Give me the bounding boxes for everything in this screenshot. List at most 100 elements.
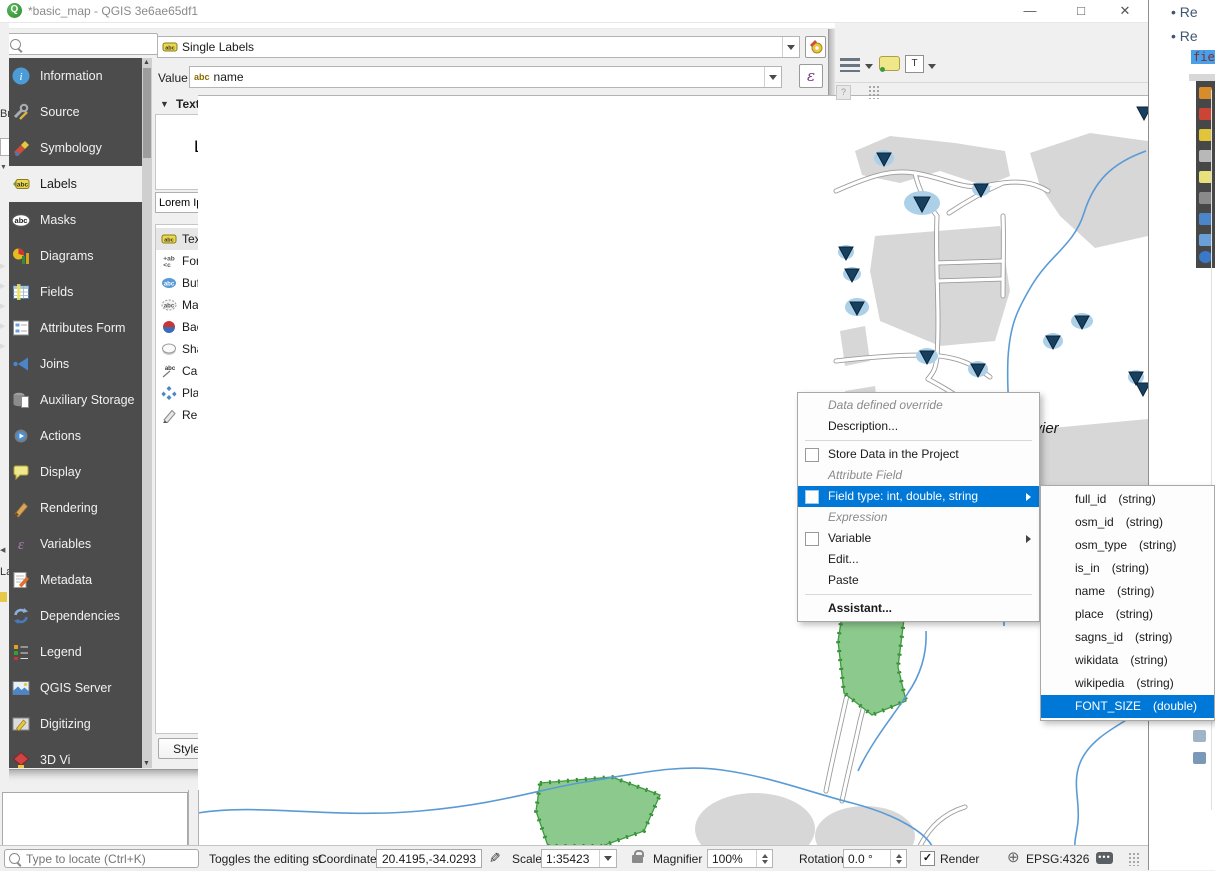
sidebar-item-information[interactable]: i Information: [0, 58, 152, 94]
properties-search[interactable]: [6, 33, 158, 55]
submenu-item-osm_id[interactable]: osm_id(string): [1041, 511, 1214, 534]
svg-text:abc: abc: [164, 304, 175, 310]
messages-icon[interactable]: [1096, 852, 1113, 864]
expression-builder-button[interactable]: ε: [799, 64, 823, 88]
sidebar-item-rendering[interactable]: Rendering: [0, 490, 152, 526]
close-button[interactable]: ✕: [1110, 3, 1140, 19]
combo-arrow-icon[interactable]: [782, 37, 799, 57]
sidebar-item-source[interactable]: Source: [0, 94, 152, 130]
menu-item-assistant[interactable]: Assistant...: [798, 598, 1039, 619]
sidebar-label: Source: [40, 105, 80, 119]
submenu-item-name[interactable]: name(string): [1041, 580, 1214, 603]
sidebar-item-3d-view[interactable]: 3D Vi: [0, 742, 152, 768]
toolbar-grip[interactable]: [868, 85, 881, 99]
sidebar-item-auxiliary-storage[interactable]: Auxiliary Storage: [0, 382, 152, 418]
sidebar-item-legend[interactable]: Legend: [0, 634, 152, 670]
menu-item-field-type[interactable]: Field type: int, double, string: [798, 486, 1039, 507]
sidebar-item-joins[interactable]: Joins: [0, 346, 152, 382]
submenu-arrow-icon: [1026, 535, 1031, 543]
sidebar-item-diagrams[interactable]: Diagrams: [0, 238, 152, 274]
scale-combo[interactable]: 1:35423: [541, 849, 617, 868]
layer-list-dropdown-icon[interactable]: [865, 64, 873, 69]
magnifier-spinbox[interactable]: 100%: [707, 849, 773, 868]
tree-expander-icon[interactable]: ▶: [0, 322, 5, 330]
coordinate-box[interactable]: 20.4195,-34.0293: [376, 849, 482, 868]
collapse-icon[interactable]: ▼: [0, 164, 7, 171]
submenu-item-sagns_id[interactable]: sagns_id(string): [1041, 626, 1214, 649]
sidebar-label: Auxiliary Storage: [40, 393, 135, 407]
menu-item-paste[interactable]: Paste: [798, 570, 1039, 591]
value-field-value: name: [214, 70, 244, 84]
sidebar-label: Masks: [40, 213, 76, 227]
sidebar-scrollbar[interactable]: ▲ ▼: [142, 58, 152, 768]
minimize-button[interactable]: —: [1015, 3, 1045, 19]
sidebar-item-dependencies[interactable]: Dependencies: [0, 598, 152, 634]
render-checkbox[interactable]: [920, 851, 935, 866]
tree-expander-icon[interactable]: ▶: [0, 282, 5, 290]
lock-icon[interactable]: [632, 855, 643, 863]
automated-placement-button[interactable]: [805, 36, 826, 58]
spinner-icons[interactable]: [890, 850, 906, 867]
sidebar-item-qgis-server[interactable]: QGIS Server: [0, 670, 152, 706]
scrollbar-thumb[interactable]: [143, 68, 151, 158]
sidebar-item-display[interactable]: Display: [0, 454, 152, 490]
menu-item-edit[interactable]: Edit...: [798, 549, 1039, 570]
resize-grip[interactable]: [1128, 852, 1141, 866]
collapse-arrow-icon[interactable]: ▼: [160, 99, 169, 109]
menu-item-variable[interactable]: Variable: [798, 528, 1039, 549]
value-field-combo[interactable]: abc name: [189, 66, 782, 88]
sidebar-item-attributes-form[interactable]: Attributes Form: [0, 310, 152, 346]
checkbox-icon[interactable]: [805, 532, 819, 546]
maximize-button[interactable]: □: [1066, 3, 1096, 19]
sidebar-item-labels[interactable]: abc Labels: [0, 166, 152, 202]
labeling-mode-combo[interactable]: abc Single Labels: [157, 36, 800, 58]
scroll-down-icon[interactable]: ▼: [143, 760, 150, 767]
checkbox-icon[interactable]: [805, 490, 819, 504]
shadow-tab-icon: [161, 341, 177, 357]
menu-item-description[interactable]: Description...: [798, 416, 1039, 437]
attributes-form-icon: [11, 318, 31, 338]
sidebar-item-masks[interactable]: abc Masks: [0, 202, 152, 238]
label-toolbar-dropdown-icon[interactable]: [928, 64, 936, 69]
checkbox-icon[interactable]: [805, 448, 819, 462]
tree-expander-icon[interactable]: ▶: [0, 342, 5, 350]
sidebar-item-digitizing[interactable]: Digitizing: [0, 706, 152, 742]
map-tips-dot-icon: [880, 67, 885, 72]
sidebar-label: Digitizing: [40, 717, 91, 731]
submenu-item-full_id[interactable]: full_id(string): [1041, 488, 1214, 511]
sidebar-item-fields[interactable]: Fields: [0, 274, 152, 310]
extents-icon[interactable]: [488, 849, 500, 866]
spinner-icons[interactable]: [756, 850, 772, 867]
tree-expander-icon[interactable]: ▶: [0, 262, 5, 270]
combo-arrow-icon[interactable]: [599, 850, 616, 867]
dock-collapse-icon[interactable]: ◀: [0, 546, 5, 554]
tree-expander-icon[interactable]: ▶: [0, 302, 5, 310]
sidebar-item-actions[interactable]: Actions: [0, 418, 152, 454]
layers-panel[interactable]: [2, 792, 188, 846]
sidebar-item-symbology[interactable]: Symbology: [0, 130, 152, 166]
crs-globe-icon[interactable]: [1007, 848, 1020, 866]
submenu-item-wikipedia[interactable]: wikipedia(string): [1041, 672, 1214, 695]
submenu-item-is_in[interactable]: is_in(string): [1041, 557, 1214, 580]
submenu-item-place[interactable]: place(string): [1041, 603, 1214, 626]
panel-divider[interactable]: [188, 790, 199, 845]
combo-arrow-icon[interactable]: [764, 67, 781, 87]
browser-search-fragment[interactable]: [0, 138, 9, 156]
submenu-item-FONT_SIZE[interactable]: FONT_SIZE(double): [1041, 695, 1214, 718]
rotation-spinbox[interactable]: 0.0 °: [843, 849, 907, 868]
submenu-item-wikidata[interactable]: wikidata(string): [1041, 649, 1214, 672]
menu-item-store-data[interactable]: Store Data in the Project: [798, 444, 1039, 465]
locate-input[interactable]: [24, 851, 188, 867]
sidebar-item-variables[interactable]: ε Variables: [0, 526, 152, 562]
magnifier-value: 100%: [712, 852, 743, 866]
window-titlebar: *basic_map - QGIS 3e6ae65df1 — □ ✕: [0, 0, 1148, 23]
submenu-item-osm_type[interactable]: osm_type(string): [1041, 534, 1214, 557]
single-labels-icon: abc: [162, 39, 178, 55]
rotation-value: 0.0 °: [848, 852, 873, 866]
menu-separator: [805, 440, 1032, 441]
layer-list-icon[interactable]: [840, 58, 860, 72]
label-toolbar-icon[interactable]: T: [905, 55, 924, 73]
sidebar-item-metadata[interactable]: Metadata: [0, 562, 152, 598]
locate-box[interactable]: [4, 849, 199, 868]
scroll-up-icon[interactable]: ▲: [143, 59, 150, 66]
